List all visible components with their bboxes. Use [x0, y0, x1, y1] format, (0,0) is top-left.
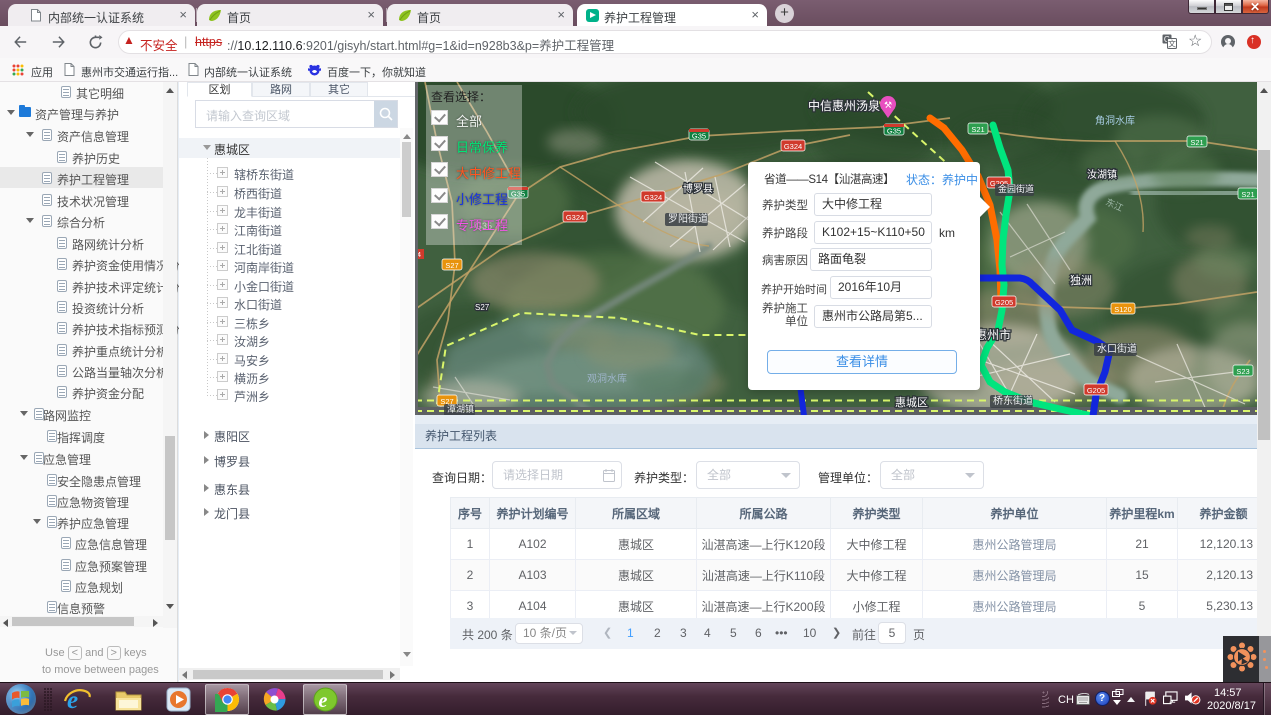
svg-text:中信惠州汤泉: 中信惠州汤泉: [808, 98, 880, 113]
svg-text:S23: S23: [1236, 367, 1249, 376]
svg-text:惠城区: 惠城区: [895, 395, 928, 409]
svg-text:G35: G35: [887, 127, 901, 136]
svg-text:汝湖镇: 汝湖镇: [1087, 168, 1117, 181]
svg-text:桥东街道: 桥东街道: [993, 394, 1033, 407]
svg-text:观洞水库: 观洞水库: [587, 372, 627, 385]
svg-text:e: e: [319, 690, 328, 712]
svg-text:G324: G324: [644, 193, 662, 202]
svg-text:潭湖镇: 潭湖镇: [447, 403, 474, 414]
svg-text:G35: G35: [692, 132, 706, 141]
svg-text:独洲: 独洲: [1070, 274, 1092, 287]
svg-text:S21: S21: [971, 125, 984, 134]
svg-text:S27: S27: [475, 303, 490, 312]
svg-text:文: 文: [1168, 39, 1176, 49]
svg-text:G324: G324: [566, 213, 584, 222]
svg-text:罗阳街道: 罗阳街道: [668, 212, 708, 225]
svg-text:S120: S120: [1114, 305, 1132, 314]
svg-text:水口街道: 水口街道: [1097, 342, 1137, 355]
svg-text:G324: G324: [784, 142, 802, 151]
svg-text:G205: G205: [1087, 386, 1105, 395]
svg-text:G205: G205: [995, 298, 1013, 307]
svg-text:S21: S21: [1241, 190, 1254, 199]
svg-text:S21: S21: [1190, 138, 1203, 147]
svg-text:S27: S27: [445, 261, 458, 270]
svg-text:金园街道: 金园街道: [998, 183, 1034, 194]
svg-text:惠州市: 惠州市: [975, 327, 1011, 342]
svg-text:角洞水库: 角洞水库: [1095, 114, 1135, 127]
svg-text:⚒: ⚒: [884, 100, 892, 110]
svg-text:博罗县: 博罗县: [683, 182, 713, 195]
